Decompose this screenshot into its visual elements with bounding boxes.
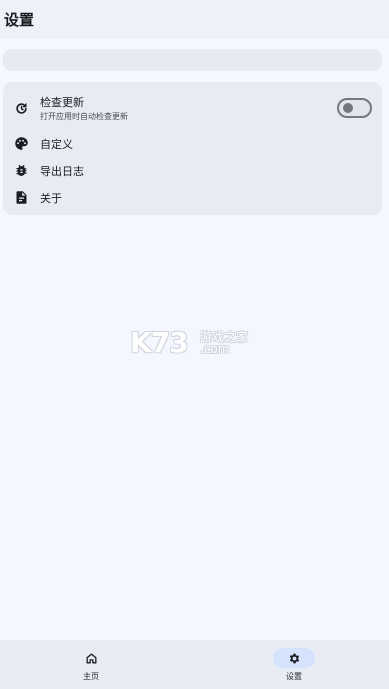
- update-icon: [13, 100, 29, 116]
- nav-home[interactable]: 主页: [31, 640, 151, 689]
- customize-row[interactable]: 自定义: [3, 130, 382, 156]
- check-update-toggle[interactable]: [337, 98, 372, 118]
- nav-home-indicator: [70, 648, 112, 668]
- gear-icon: [288, 652, 301, 665]
- document-info-icon: [13, 189, 29, 205]
- check-update-row[interactable]: 检查更新 打开应用时自动检查更新: [3, 82, 382, 122]
- export-log-row[interactable]: 导出日志: [3, 157, 382, 183]
- about-row[interactable]: 关于: [3, 184, 382, 210]
- nav-home-label: 主页: [83, 672, 99, 681]
- check-update-description: 打开应用时自动检查更新: [40, 112, 128, 121]
- watermark-logo-text: K73: [130, 326, 189, 359]
- settings-card: 检查更新 打开应用时自动检查更新 自定义 导出日志 关于: [3, 82, 382, 215]
- customize-label: 自定义: [40, 138, 73, 151]
- nav-settings-label: 设置: [286, 672, 302, 681]
- k73-watermark-logo: K73 游戏之家 .com: [130, 326, 260, 362]
- page-title: 设置: [4, 11, 35, 29]
- top-app-bar: 设置: [0, 0, 389, 39]
- empty-card: [3, 49, 382, 71]
- export-log-label: 导出日志: [40, 165, 84, 178]
- about-label: 关于: [40, 192, 62, 205]
- nav-settings[interactable]: 设置: [234, 640, 354, 689]
- watermark-com-text: .com: [200, 342, 230, 356]
- palette-icon: [13, 135, 29, 151]
- bottom-navigation: 主页 设置: [0, 640, 389, 689]
- app: 设置 检查更新 打开应用时自动检查更新 自定义 导出日志 关于 K73 游戏之家…: [0, 0, 389, 689]
- bug-icon: [13, 162, 29, 178]
- nav-settings-indicator: [273, 648, 315, 668]
- check-update-label: 检查更新: [40, 96, 84, 109]
- toggle-knob: [343, 103, 353, 113]
- home-icon: [85, 652, 98, 665]
